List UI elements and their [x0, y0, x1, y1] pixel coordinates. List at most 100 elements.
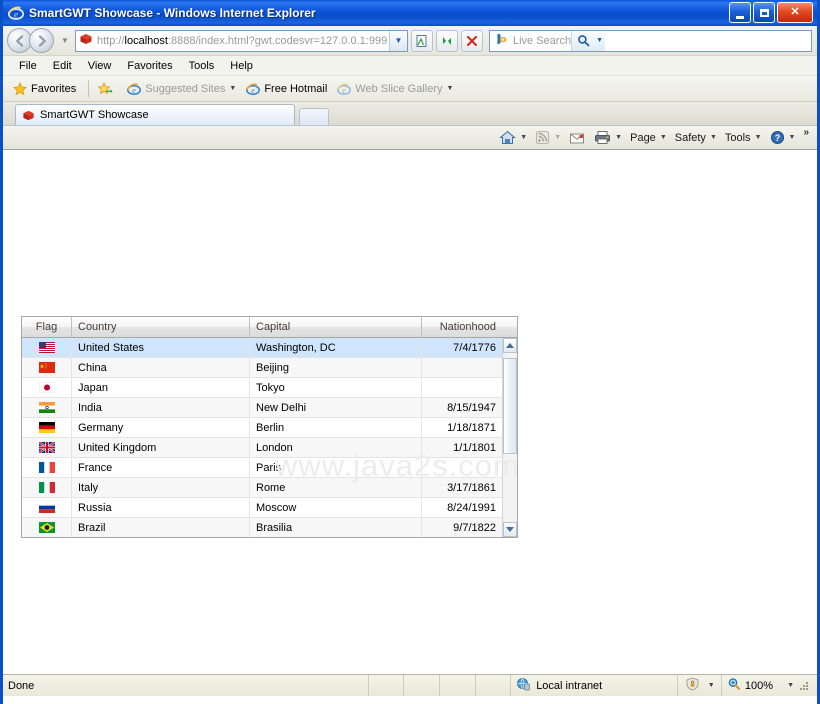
- country-list-grid: Flag Country Capital Nationhood United S…: [21, 316, 518, 538]
- svg-text:e: e: [132, 86, 136, 95]
- scrollbar-thumb[interactable]: [503, 358, 517, 454]
- minimize-button[interactable]: [729, 2, 751, 23]
- flag-cell: [22, 378, 72, 397]
- feeds-button[interactable]: ▼: [531, 127, 565, 148]
- chevron-down-icon[interactable]: ▼: [710, 134, 717, 141]
- table-row[interactable]: Japan Tokyo: [22, 378, 502, 398]
- read-mail-button[interactable]: [565, 127, 590, 148]
- menu-item-favorites[interactable]: Favorites: [119, 59, 180, 73]
- maximize-button[interactable]: [753, 2, 775, 23]
- chevron-down-icon[interactable]: ▼: [660, 134, 667, 141]
- chevron-down-icon[interactable]: ▼: [708, 682, 715, 689]
- nationhood-cell: 8/24/1991: [447, 501, 496, 514]
- menu-item-file[interactable]: File: [11, 59, 45, 73]
- search-dropdown-icon[interactable]: ▼: [594, 30, 606, 51]
- table-row[interactable]: United States Washington, DC 7/4/1776: [22, 338, 502, 358]
- chevron-down-icon[interactable]: ▼: [755, 134, 762, 141]
- table-row[interactable]: Germany Berlin 1/18/1871: [22, 418, 502, 438]
- status-text: Done: [3, 675, 369, 696]
- chevron-down-icon[interactable]: ▼: [447, 85, 454, 92]
- close-button[interactable]: ✕: [777, 2, 813, 23]
- chevron-down-icon[interactable]: ▼: [615, 134, 622, 141]
- chevron-down-icon[interactable]: ▼: [789, 134, 796, 141]
- grid-header-country[interactable]: Country: [72, 317, 250, 338]
- address-bar[interactable]: http://localhost:8888/index.html?gwt.cod…: [75, 29, 408, 52]
- refresh-button[interactable]: [436, 29, 458, 52]
- tab-smartgwt-showcase[interactable]: SmartGWT Showcase: [15, 104, 295, 125]
- safety-menu-button[interactable]: Safety ▼: [671, 127, 721, 148]
- grid-vertical-scrollbar[interactable]: [502, 338, 517, 537]
- table-row[interactable]: China Beijing: [22, 358, 502, 378]
- stop-button[interactable]: [461, 29, 483, 52]
- address-dropdown-icon[interactable]: ▼: [389, 30, 407, 51]
- search-input[interactable]: Live Search ▼: [489, 29, 812, 52]
- table-row[interactable]: India New Delhi 8/15/1947: [22, 398, 502, 418]
- scroll-up-button[interactable]: [503, 338, 517, 353]
- star-add-icon: [98, 81, 113, 96]
- table-row[interactable]: United Kingdom London 1/1/1801: [22, 438, 502, 458]
- svg-text:e: e: [343, 86, 347, 95]
- capital-cell: Berlin: [250, 418, 422, 437]
- table-row[interactable]: France Paris: [22, 458, 502, 478]
- command-bar-overflow-button[interactable]: »: [799, 127, 813, 138]
- resize-grip[interactable]: [798, 680, 810, 692]
- svg-text:e: e: [14, 10, 18, 20]
- mail-icon: [569, 131, 586, 145]
- tools-menu-button[interactable]: Tools ▼: [721, 127, 766, 148]
- zoom-control[interactable]: 100% ▼: [722, 675, 817, 696]
- status-segment: [440, 675, 476, 696]
- favorites-item-suggested-sites[interactable]: e Suggested Sites ▼: [127, 82, 236, 96]
- help-menu-button[interactable]: ? ▼: [766, 127, 800, 148]
- table-row[interactable]: Italy Rome 3/17/1861: [22, 478, 502, 498]
- jp-flag-icon: [38, 382, 55, 393]
- new-tab-button[interactable]: [299, 108, 329, 125]
- scrollbar-track[interactable]: [503, 353, 517, 522]
- home-button[interactable]: ▼: [495, 127, 531, 148]
- table-row[interactable]: Brazil Brasilia 9/7/1822: [22, 518, 502, 537]
- flag-cell: [22, 358, 72, 377]
- chevron-down-icon[interactable]: ▼: [520, 134, 527, 141]
- nationhood-cell: [422, 358, 502, 377]
- search-button[interactable]: [571, 30, 595, 51]
- capital-cell: Moscow: [250, 498, 422, 517]
- status-segment: [476, 675, 512, 696]
- favorites-button[interactable]: Favorites: [13, 81, 76, 96]
- grid-header-nationhood[interactable]: Nationhood: [422, 317, 502, 338]
- ie-logo-icon: e: [8, 5, 24, 21]
- scroll-down-button[interactable]: [503, 522, 517, 537]
- forward-button[interactable]: [29, 28, 54, 53]
- svg-text:e: e: [252, 86, 256, 95]
- flag-cell: [22, 498, 72, 517]
- chevron-down-icon[interactable]: ▼: [787, 682, 794, 689]
- country-cell: Germany: [72, 418, 250, 437]
- grid-header-capital[interactable]: Capital: [250, 317, 422, 338]
- chevron-down-icon[interactable]: ▼: [229, 85, 236, 92]
- menu-item-edit[interactable]: Edit: [45, 59, 80, 73]
- security-zone[interactable]: Local intranet: [511, 675, 679, 696]
- gb-flag-icon: [38, 442, 55, 453]
- country-cell: Brazil: [72, 518, 250, 537]
- favorites-item-free-hotmail[interactable]: e Free Hotmail: [246, 82, 327, 96]
- compatibility-view-button[interactable]: [411, 29, 433, 52]
- page-menu-button[interactable]: Page ▼: [626, 127, 671, 148]
- menu-item-help[interactable]: Help: [222, 59, 261, 73]
- safety-menu-label: Safety: [674, 131, 706, 144]
- chevron-down-icon[interactable]: ▼: [58, 36, 72, 45]
- in-flag-icon: [38, 402, 55, 413]
- status-segment: [404, 675, 441, 696]
- grid-header-flag[interactable]: Flag: [22, 317, 72, 338]
- browser-window: e SmartGWT Showcase - Windows Internet E…: [0, 0, 820, 704]
- favorites-item-web-slice-gallery[interactable]: e Web Slice Gallery ▼: [337, 82, 453, 96]
- help-icon: ?: [770, 130, 785, 145]
- add-to-favorites-bar-button[interactable]: [98, 81, 117, 96]
- menu-item-view[interactable]: View: [80, 59, 120, 73]
- table-row[interactable]: Russia Moscow 8/24/1991: [22, 498, 502, 518]
- capital-cell: New Delhi: [250, 398, 422, 417]
- window-controls: ✕: [729, 2, 813, 23]
- security-zone-label: Local intranet: [536, 679, 603, 692]
- protected-mode-indicator[interactable]: ▼: [678, 675, 722, 696]
- search-placeholder: Live Search: [513, 34, 572, 47]
- chevron-down-icon[interactable]: ▼: [554, 134, 561, 141]
- print-button[interactable]: ▼: [590, 127, 626, 148]
- menu-item-tools[interactable]: Tools: [181, 59, 223, 73]
